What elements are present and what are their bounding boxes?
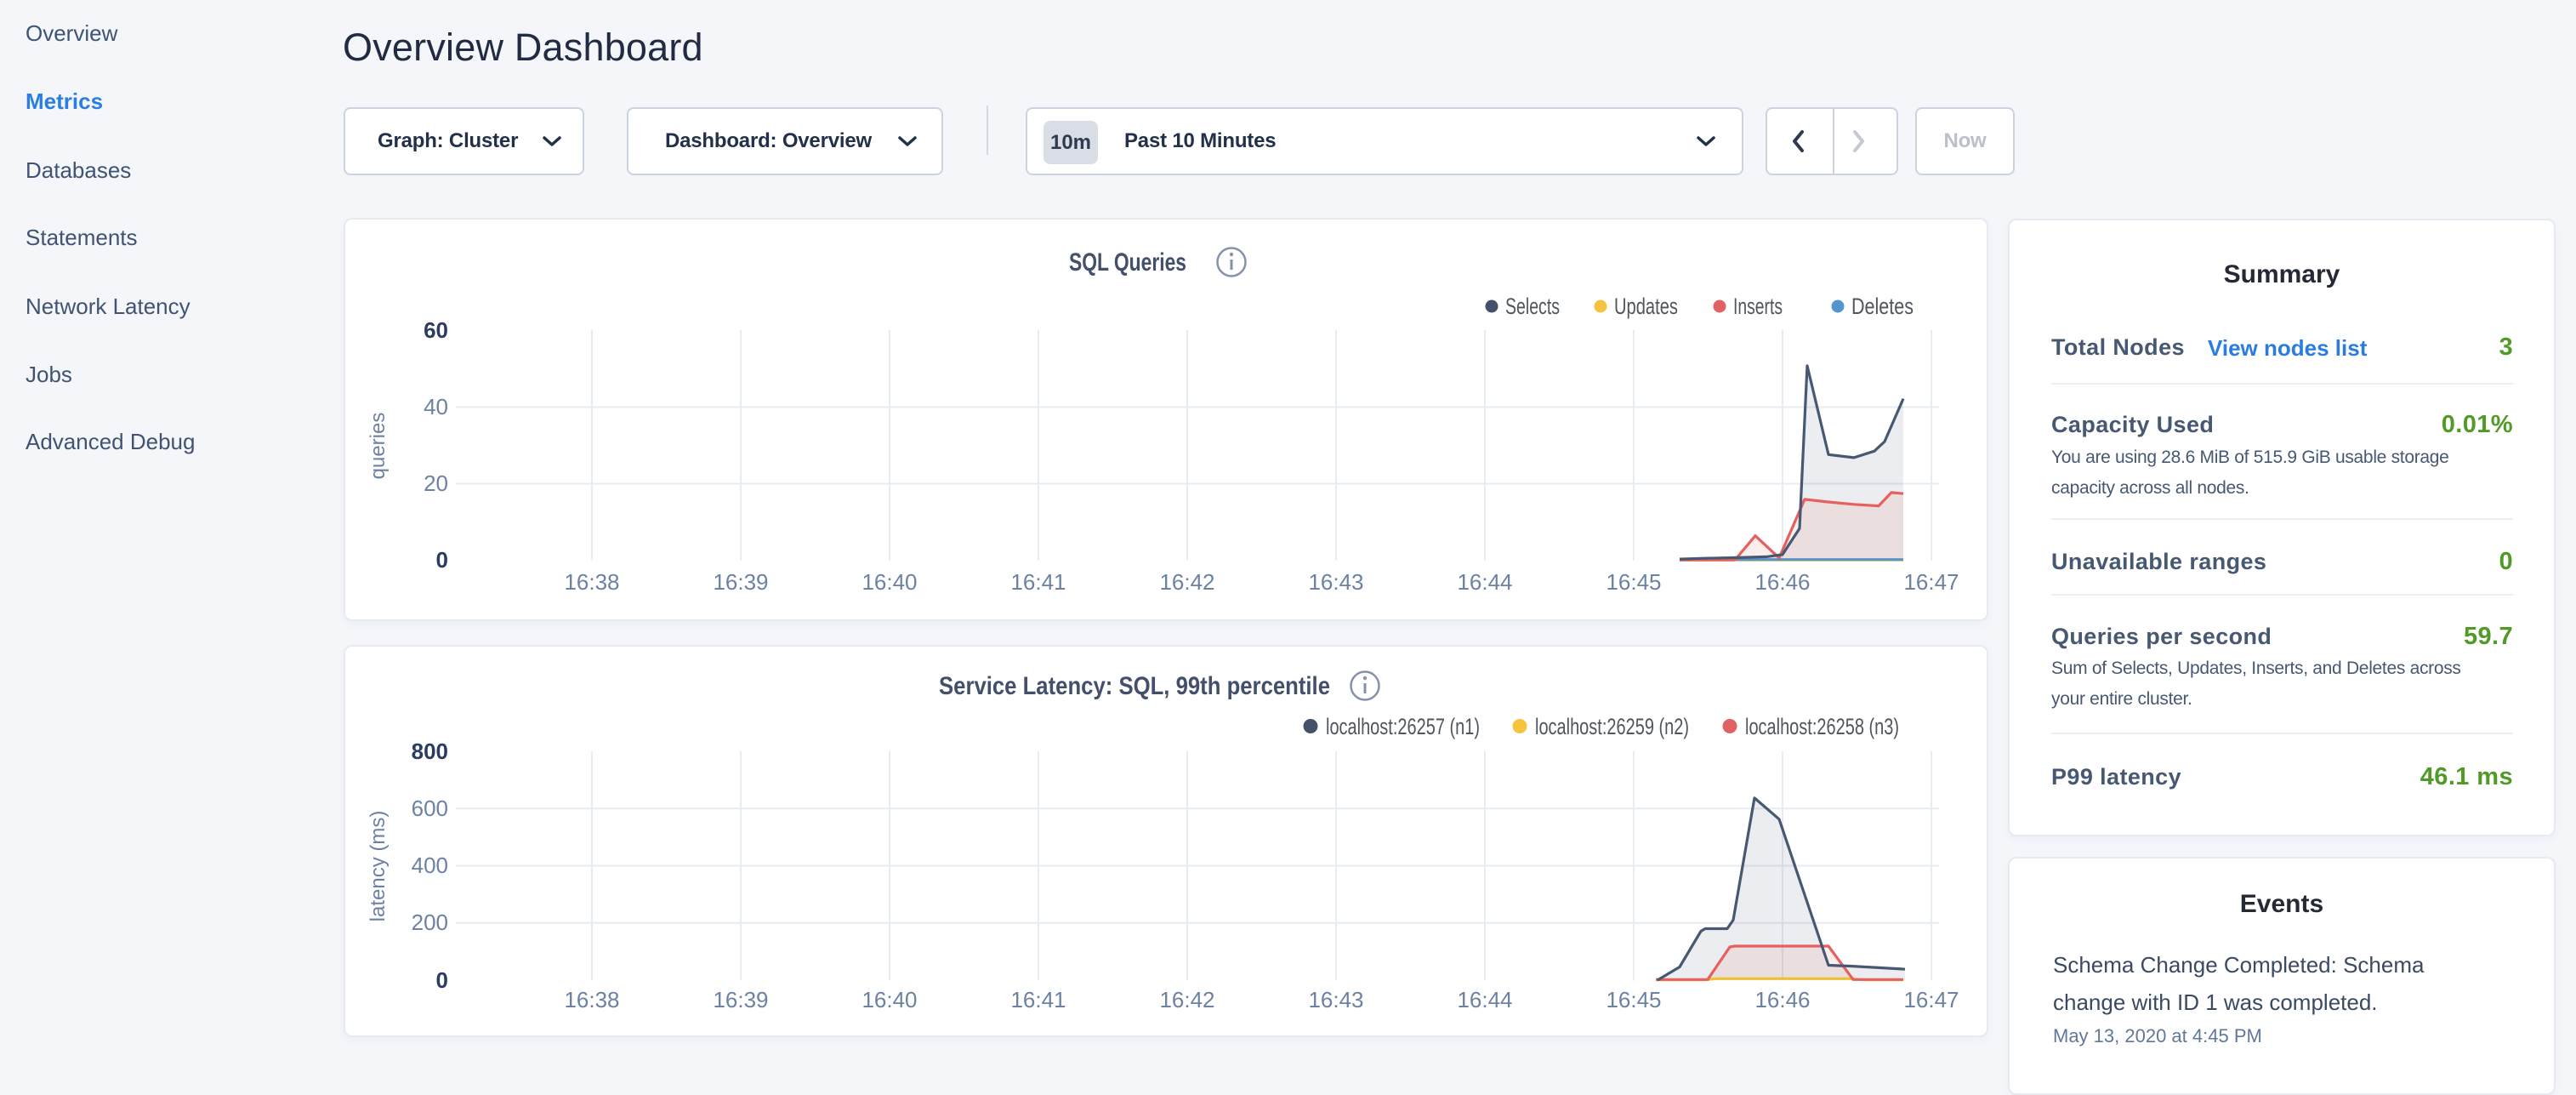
svg-text:0: 0 [436, 967, 448, 993]
svg-text:16:46: 16:46 [1754, 987, 1810, 1012]
svg-text:queries: queries [367, 413, 390, 480]
svg-text:400: 400 [412, 853, 448, 878]
svg-text:Service Latency: SQL, 99th per: Service Latency: SQL, 99th percentile [939, 672, 1330, 700]
svg-text:16:46: 16:46 [1754, 569, 1810, 595]
svg-text:localhost:26258 (n3): localhost:26258 (n3) [1745, 714, 1899, 739]
svg-text:16:41: 16:41 [1010, 569, 1066, 595]
svg-text:16:45: 16:45 [1606, 987, 1661, 1012]
svg-text:16:40: 16:40 [862, 569, 917, 595]
svg-text:Deletes: Deletes [1851, 294, 1914, 319]
svg-text:60: 60 [424, 317, 448, 343]
svg-text:16:39: 16:39 [713, 987, 768, 1012]
svg-text:Selects: Selects [1505, 294, 1560, 319]
svg-text:16:42: 16:42 [1159, 987, 1214, 1012]
svg-text:Inserts: Inserts [1733, 294, 1783, 319]
svg-text:16:43: 16:43 [1308, 569, 1363, 595]
svg-text:16:38: 16:38 [564, 987, 619, 1012]
svg-text:16:43: 16:43 [1308, 987, 1363, 1012]
svg-text:16:44: 16:44 [1457, 987, 1512, 1012]
svg-text:16:38: 16:38 [564, 569, 619, 595]
svg-text:0: 0 [436, 547, 448, 573]
svg-text:20: 20 [424, 471, 448, 496]
svg-text:SQL Queries: SQL Queries [1069, 248, 1186, 277]
svg-text:localhost:26259 (n2): localhost:26259 (n2) [1535, 714, 1689, 739]
svg-text:600: 600 [412, 796, 448, 821]
svg-text:16:40: 16:40 [862, 987, 917, 1012]
svg-text:200: 200 [412, 910, 448, 935]
svg-text:16:47: 16:47 [1903, 987, 1959, 1012]
svg-text:Updates: Updates [1614, 294, 1678, 319]
svg-text:16:41: 16:41 [1010, 987, 1066, 1012]
svg-text:16:45: 16:45 [1606, 569, 1661, 595]
svg-text:16:47: 16:47 [1903, 569, 1959, 595]
svg-text:16:42: 16:42 [1159, 569, 1214, 595]
svg-text:latency (ms): latency (ms) [367, 811, 390, 922]
svg-text:16:44: 16:44 [1457, 569, 1512, 595]
svg-text:localhost:26257 (n1): localhost:26257 (n1) [1326, 714, 1480, 739]
svg-text:800: 800 [412, 739, 448, 764]
svg-text:40: 40 [424, 394, 448, 419]
svg-text:16:39: 16:39 [713, 569, 768, 595]
